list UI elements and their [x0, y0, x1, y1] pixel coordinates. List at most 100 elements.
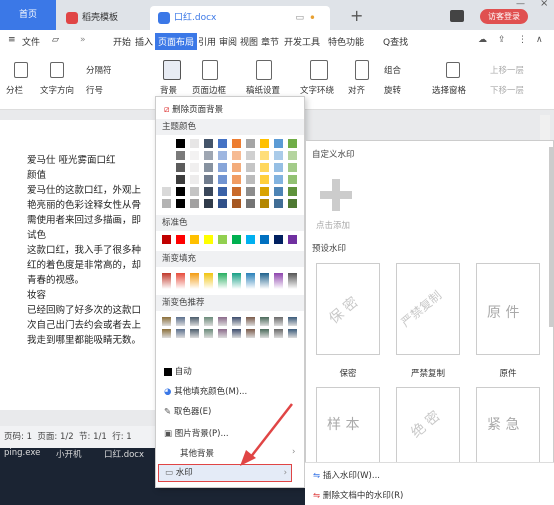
- new-tab-icon[interactable]: +: [350, 6, 363, 25]
- color-swatch[interactable]: [274, 187, 283, 196]
- color-swatch[interactable]: [288, 163, 297, 172]
- color-swatch[interactable]: [274, 199, 283, 208]
- color-swatch[interactable]: [162, 199, 171, 208]
- menu-start[interactable]: 开始: [113, 35, 131, 48]
- color-swatch[interactable]: [232, 329, 241, 338]
- menu-file[interactable]: 文件: [22, 35, 40, 48]
- color-swatch[interactable]: [288, 199, 297, 208]
- gradient-recommend-grid[interactable]: [162, 317, 302, 357]
- color-swatch[interactable]: [190, 235, 199, 244]
- color-swatch[interactable]: [274, 317, 283, 326]
- color-swatch[interactable]: [176, 151, 185, 160]
- color-swatch[interactable]: [232, 187, 241, 196]
- color-swatch[interactable]: [218, 317, 227, 326]
- color-swatch[interactable]: [176, 235, 185, 244]
- watermark-preset-top-secret[interactable]: 绝 密: [396, 387, 460, 463]
- menu-developer[interactable]: 开发工具: [284, 35, 320, 48]
- color-swatch[interactable]: [274, 235, 283, 244]
- hamburger-icon[interactable]: ≡: [8, 35, 16, 45]
- share-icon[interactable]: ⇪: [498, 35, 506, 45]
- document-page[interactable]: 爱马仕 哑光雾面口红 颜值 爱马仕的这款口红，外观上 艳亮丽的色彩诠释女性从骨 …: [0, 120, 180, 410]
- gradient-swatch[interactable]: [232, 273, 241, 289]
- color-swatch[interactable]: [260, 235, 269, 244]
- color-swatch[interactable]: [190, 151, 199, 160]
- color-swatch[interactable]: [288, 139, 297, 148]
- color-swatch[interactable]: [176, 187, 185, 196]
- move-up-button[interactable]: 上移一层: [490, 64, 524, 76]
- color-swatch[interactable]: [274, 329, 283, 338]
- color-swatch[interactable]: [162, 175, 171, 184]
- select-pane-button[interactable]: 选择窗格: [432, 84, 466, 96]
- taskbar-item[interactable]: ping.exe: [4, 448, 40, 458]
- color-swatch[interactable]: [246, 199, 255, 208]
- color-swatch[interactable]: [288, 175, 297, 184]
- color-swatch[interactable]: [162, 163, 171, 172]
- watermark-preset-urgent[interactable]: 紧 急: [476, 387, 540, 463]
- color-swatch[interactable]: [274, 139, 283, 148]
- color-swatch[interactable]: [204, 329, 213, 338]
- menu-chapter[interactable]: 章节: [261, 35, 279, 48]
- color-swatch[interactable]: [232, 235, 241, 244]
- gradient-swatch[interactable]: [162, 273, 171, 289]
- color-swatch[interactable]: [218, 199, 227, 208]
- color-swatch[interactable]: [260, 329, 269, 338]
- more-icon[interactable]: »: [80, 35, 86, 45]
- remove-background-item[interactable]: ⧄ 删除页面背景: [164, 103, 223, 115]
- color-swatch[interactable]: [176, 175, 185, 184]
- auto-color-item[interactable]: 自动: [164, 365, 192, 377]
- gradient-swatch[interactable]: [190, 273, 199, 289]
- tab-daoke-templates[interactable]: 稻壳模板: [58, 6, 148, 30]
- color-swatch[interactable]: [232, 163, 241, 172]
- text-wrap-button[interactable]: 文字环绕: [300, 84, 334, 96]
- gradient-fill-row[interactable]: [162, 273, 302, 289]
- color-swatch[interactable]: [190, 175, 199, 184]
- menu-view[interactable]: 视图: [240, 35, 258, 48]
- cloud-icon[interactable]: ☁: [478, 35, 487, 45]
- color-swatch[interactable]: [232, 317, 241, 326]
- minimize-icon[interactable]: —: [516, 0, 525, 9]
- taskbar-item[interactable]: 口红.docx: [104, 448, 144, 460]
- separator-button[interactable]: 分隔符: [86, 64, 112, 76]
- color-swatch[interactable]: [190, 163, 199, 172]
- gradient-swatch[interactable]: [260, 273, 269, 289]
- watermark-preset-original[interactable]: 原 件: [476, 263, 540, 355]
- watermark-preset-secret[interactable]: 保 密: [316, 263, 380, 355]
- color-swatch[interactable]: [162, 329, 171, 338]
- window-icon[interactable]: ▭: [295, 6, 304, 30]
- color-swatch[interactable]: [190, 329, 199, 338]
- gradient-swatch[interactable]: [204, 273, 213, 289]
- more-options-icon[interactable]: ⋮: [518, 35, 527, 45]
- page-border-button[interactable]: 页面边框: [192, 84, 226, 96]
- menu-insert[interactable]: 插入: [135, 35, 153, 48]
- menu-references[interactable]: 引用: [198, 35, 216, 48]
- watermark-preset-sample[interactable]: 样 本: [316, 387, 380, 463]
- color-swatch[interactable]: [274, 151, 283, 160]
- text-direction-button[interactable]: 文字方向: [40, 84, 74, 96]
- tab-home[interactable]: 首页: [0, 0, 56, 30]
- add-watermark-icon[interactable]: [316, 175, 356, 215]
- color-swatch[interactable]: [218, 139, 227, 148]
- color-swatch[interactable]: [232, 139, 241, 148]
- color-swatch[interactable]: [176, 139, 185, 148]
- color-swatch[interactable]: [162, 139, 171, 148]
- color-swatch[interactable]: [288, 187, 297, 196]
- theme-color-grid[interactable]: [162, 139, 302, 209]
- color-swatch[interactable]: [218, 329, 227, 338]
- color-swatch[interactable]: [288, 235, 297, 244]
- color-swatch[interactable]: [218, 187, 227, 196]
- picture-background-item[interactable]: ▣ 图片背景(P)...: [164, 427, 229, 439]
- color-swatch[interactable]: [204, 151, 213, 160]
- more-colors-item[interactable]: ◕ 其他填充颜色(M)...: [164, 385, 247, 397]
- color-swatch[interactable]: [246, 175, 255, 184]
- color-swatch[interactable]: [190, 199, 199, 208]
- color-swatch[interactable]: [288, 317, 297, 326]
- background-button[interactable]: 背景: [160, 84, 177, 96]
- gradient-swatch[interactable]: [176, 273, 185, 289]
- color-swatch[interactable]: [162, 235, 171, 244]
- color-swatch[interactable]: [260, 139, 269, 148]
- color-swatch[interactable]: [204, 163, 213, 172]
- login-button[interactable]: 访客登录: [480, 9, 528, 24]
- line-number-button[interactable]: 行号: [86, 84, 103, 96]
- color-swatch[interactable]: [176, 199, 185, 208]
- color-swatch[interactable]: [274, 175, 283, 184]
